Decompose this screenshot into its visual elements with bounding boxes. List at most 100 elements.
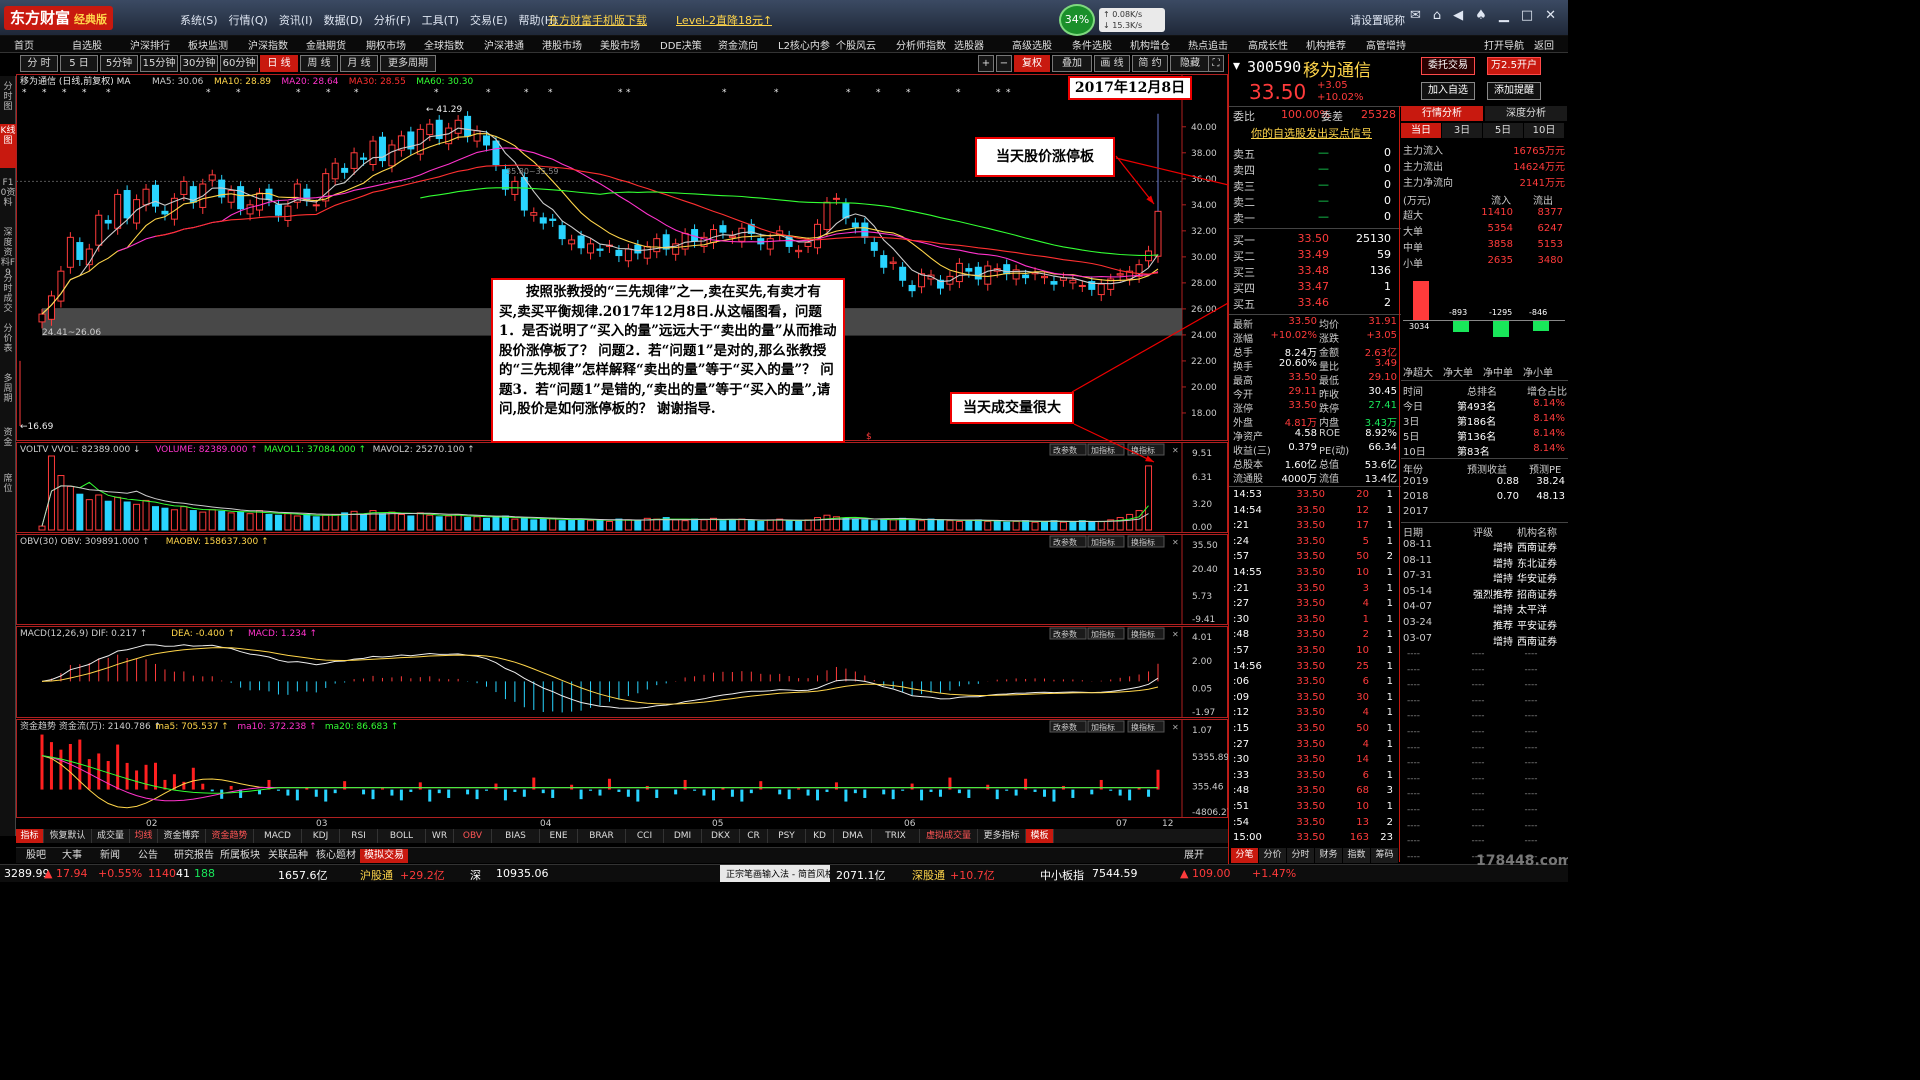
nav-item[interactable]: 机构增仓 xyxy=(1130,37,1170,52)
flow-day-tab[interactable]: 3日 xyxy=(1442,123,1482,138)
bottom-tab[interactable]: 研究报告 xyxy=(172,849,216,863)
indicator-tab[interactable]: 恢复默认 xyxy=(44,829,92,843)
nav-item[interactable]: 高管增持 xyxy=(1366,37,1406,52)
indicator-tab[interactable]: BIAS xyxy=(492,829,540,843)
period-button[interactable]: 30分钟 xyxy=(180,55,218,72)
fullscreen-button[interactable]: ⛶ xyxy=(1208,55,1224,72)
menu-item[interactable]: 交易(E) xyxy=(470,12,508,28)
indicator-tab[interactable]: 指标 xyxy=(16,829,44,843)
mail-icon[interactable]: ✉ xyxy=(1410,8,1421,23)
period-button[interactable]: 更多周期 xyxy=(380,55,436,72)
bottom-tab[interactable]: 展开 xyxy=(1180,849,1208,863)
nav-item[interactable]: 选股器 xyxy=(954,37,984,52)
flow-tab[interactable]: 深度分析 xyxy=(1485,106,1567,121)
flow-tab[interactable]: 行情分析 xyxy=(1401,106,1483,121)
nav-item[interactable]: 高级选股 xyxy=(1012,37,1052,52)
vtab-item[interactable]: 多周期 xyxy=(0,372,16,422)
indicator-tab[interactable]: 均线 xyxy=(130,829,158,843)
flow-day-tab[interactable]: 5日 xyxy=(1483,123,1523,138)
nav-item[interactable]: DDE决策 xyxy=(660,37,702,52)
period-button[interactable]: 月 线 xyxy=(340,55,378,72)
indicator-tab[interactable]: OBV xyxy=(454,829,492,843)
menu-item[interactable]: 分析(F) xyxy=(374,12,411,28)
nav-item[interactable]: L2核心内参 xyxy=(778,37,830,52)
nav-item[interactable]: 金融期货 xyxy=(306,37,346,52)
rp-bottom-tab[interactable]: 筹码 xyxy=(1371,848,1398,863)
indicator-tab[interactable]: PSY xyxy=(768,829,806,843)
indicator-tab[interactable]: MACD xyxy=(254,829,302,843)
rp-bottom-tab[interactable]: 分价 xyxy=(1259,848,1286,863)
toolbar-button[interactable]: 隐藏 xyxy=(1170,55,1210,72)
period-button[interactable]: 15分钟 xyxy=(140,55,178,72)
rp-bottom-tab[interactable]: 分笔 xyxy=(1231,848,1258,863)
close-icon[interactable]: ✕ xyxy=(1545,8,1556,23)
nav-item[interactable]: 板块监测 xyxy=(188,37,228,52)
bottom-tab[interactable]: 股吧 xyxy=(22,849,50,863)
indicator-tab[interactable]: 资金博弈 xyxy=(158,829,206,843)
menu-item[interactable]: 行情(Q) xyxy=(229,12,268,28)
nav-item[interactable]: 个股风云 xyxy=(836,37,876,52)
nav-item[interactable]: 分析师指数 xyxy=(896,37,946,52)
indicator-tab[interactable]: 更多指标 xyxy=(978,829,1026,843)
mobile-download-link[interactable]: 东方财富手机版下载 xyxy=(548,12,647,28)
flow-day-tab[interactable]: 10日 xyxy=(1524,123,1564,138)
skin-icon[interactable]: ♠ xyxy=(1475,8,1487,23)
buy-signal-link[interactable]: 你的自选股发出买点信号 xyxy=(1251,125,1372,141)
vtab-item[interactable]: 席位 xyxy=(0,472,16,512)
vtab-item[interactable]: 分时图 xyxy=(0,80,16,120)
rp-bottom-tab[interactable]: 财务 xyxy=(1315,848,1342,863)
nav-item[interactable]: 资金流向 xyxy=(718,37,758,52)
vtab-item[interactable]: F10资料 xyxy=(0,176,16,220)
indicator-tab[interactable]: 成交量 xyxy=(92,829,130,843)
toolbar-button[interactable]: 复权 xyxy=(1014,55,1050,72)
bottom-tab[interactable]: 核心题材 xyxy=(312,849,360,863)
nav-item[interactable]: 条件选股 xyxy=(1072,37,1112,52)
bottom-tab[interactable]: 关联品种 xyxy=(264,849,312,863)
home-icon[interactable]: ⌂ xyxy=(1433,8,1441,23)
toolbar-button[interactable]: + xyxy=(978,55,994,72)
back-icon[interactable]: ◀ xyxy=(1453,8,1463,23)
indicator-tab[interactable]: KD xyxy=(806,829,834,843)
toolbar-button[interactable]: 画 线 xyxy=(1094,55,1130,72)
bottom-tab[interactable]: 新闻 xyxy=(96,849,124,863)
vtab-item[interactable]: 分价表 xyxy=(0,322,16,368)
nav-item[interactable]: 港股市场 xyxy=(542,37,582,52)
indicator-tab[interactable]: 虚拟成交量 xyxy=(920,829,978,843)
add-alert-button[interactable]: 添加提醒 xyxy=(1487,82,1541,100)
nav-item[interactable]: 沪深排行 xyxy=(130,37,170,52)
indicator-tab[interactable]: CCI xyxy=(626,829,664,843)
toolbar-button[interactable]: 简 约 xyxy=(1132,55,1168,72)
period-button[interactable]: 分 时 xyxy=(20,55,58,72)
menu-item[interactable]: 资讯(I) xyxy=(279,12,313,28)
menu-item[interactable]: 工具(T) xyxy=(422,12,459,28)
period-button[interactable]: 日 线 xyxy=(260,55,298,72)
nav-item[interactable]: 自选股 xyxy=(72,37,102,52)
indicator-tab[interactable]: WR xyxy=(426,829,454,843)
nav-item[interactable]: 机构推荐 xyxy=(1306,37,1346,52)
bottom-tab[interactable]: 大事 xyxy=(58,849,86,863)
indicator-tab[interactable]: TRIX xyxy=(872,829,920,843)
nav-item[interactable]: 高成长性 xyxy=(1248,37,1288,52)
period-button[interactable]: 60分钟 xyxy=(220,55,258,72)
vtab-item[interactable]: 深度资料F9 xyxy=(0,226,16,278)
period-button[interactable]: 5分钟 xyxy=(100,55,138,72)
flow-day-tab[interactable]: 当日 xyxy=(1401,123,1441,138)
indicator-tab[interactable]: BRAR xyxy=(578,829,626,843)
nav-item[interactable]: 美股市场 xyxy=(600,37,640,52)
indicator-tab[interactable]: DMI xyxy=(664,829,702,843)
nav-item[interactable]: 返回 xyxy=(1534,37,1554,52)
indicator-tab[interactable]: CR xyxy=(740,829,768,843)
level2-promo-link[interactable]: Level-2直降18元↑ xyxy=(676,12,772,28)
nav-item[interactable]: 全球指数 xyxy=(424,37,464,52)
toolbar-button[interactable]: − xyxy=(996,55,1012,72)
indicator-tab[interactable]: 模板 xyxy=(1026,829,1054,843)
rp-bottom-tab[interactable]: 分时 xyxy=(1287,848,1314,863)
bottom-tab[interactable]: 所属板块 xyxy=(216,849,264,863)
rp-bottom-tab[interactable]: 指数 xyxy=(1343,848,1370,863)
period-button[interactable]: 5 日 xyxy=(60,55,98,72)
bottom-tab[interactable]: 模拟交易 xyxy=(360,849,408,863)
minimize-icon[interactable]: ▁ xyxy=(1499,8,1509,23)
nav-item[interactable]: 首页 xyxy=(14,37,34,52)
nav-item[interactable]: 期权市场 xyxy=(366,37,406,52)
indicator-tab[interactable]: RSI xyxy=(340,829,378,843)
